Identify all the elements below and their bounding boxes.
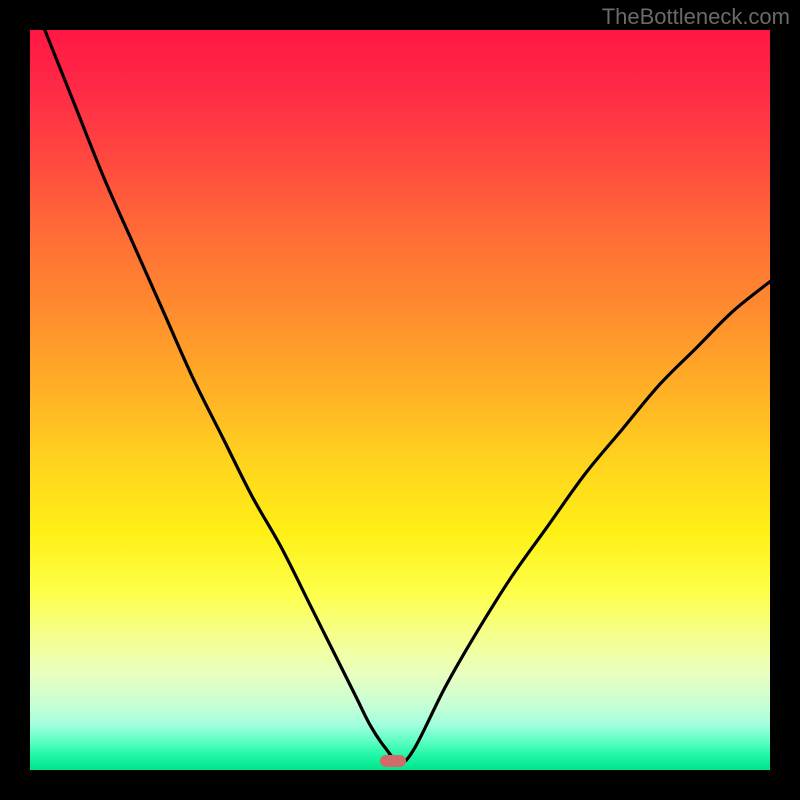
optimal-marker-icon [380,755,406,767]
chart-container: TheBottleneck.com [0,0,800,800]
plot-area [30,30,770,770]
curve-svg [30,30,770,770]
watermark-text: TheBottleneck.com [602,4,790,30]
bottleneck-curve [45,30,770,763]
